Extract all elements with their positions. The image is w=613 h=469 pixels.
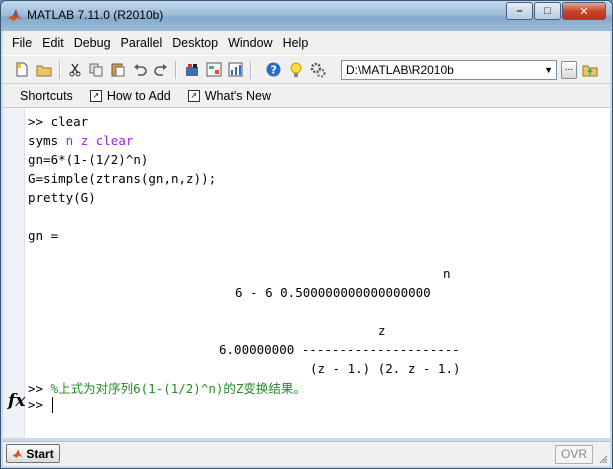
maximize-button[interactable]: □	[534, 2, 561, 20]
menu-parallel[interactable]: Parallel	[121, 36, 163, 50]
resize-grip-icon[interactable]	[598, 454, 608, 464]
guide-icon[interactable]	[205, 61, 222, 78]
menu-desktop[interactable]: Desktop	[172, 36, 218, 50]
start-button-label: Start	[26, 447, 54, 461]
shortcut-whats-new[interactable]: ↗ What's New	[187, 88, 272, 103]
current-folder-field[interactable]: D:\MATLAB\R2010b ▼	[341, 60, 557, 80]
menu-edit[interactable]: Edit	[42, 36, 64, 50]
menu-window[interactable]: Window	[228, 36, 272, 50]
open-folder-icon[interactable]	[35, 61, 52, 78]
output-line: z	[378, 323, 386, 338]
settings-gear-icon[interactable]	[309, 61, 326, 78]
current-folder-value: D:\MATLAB\R2010b	[346, 63, 454, 77]
lightbulb-icon[interactable]	[287, 61, 304, 78]
undo-icon[interactable]	[131, 61, 148, 78]
ovr-indicator: OVR	[555, 445, 593, 464]
code-keyword-text: n z clear	[65, 133, 134, 148]
shortcuts-bar: Shortcuts ↗ How to Add ↗ What's New	[3, 84, 610, 108]
menu-file[interactable]: File	[12, 36, 32, 50]
command-line: >> %上式为对序列6(1-(1/2)^n)的Z变换结果。	[28, 378, 306, 397]
new-file-icon[interactable]	[13, 61, 30, 78]
command-line: gn=6*(1-(1/2)^n)	[28, 152, 149, 167]
command-prompt[interactable]: >>	[28, 397, 51, 412]
paste-icon[interactable]	[109, 61, 126, 78]
shortcuts-label[interactable]: Shortcuts	[20, 89, 73, 103]
output-line: (z - 1.) (2. z - 1.)	[310, 361, 461, 376]
command-line: syms n z clear	[28, 133, 133, 148]
window-title: MATLAB 7.11.0 (R2010b)	[27, 8, 164, 22]
command-line: G=simple(ztrans(gn,n,z));	[28, 171, 217, 186]
function-browser-icon[interactable]: fx	[8, 391, 25, 411]
command-window[interactable]: >> clear syms n z clear gn=6*(1-(1/2)^n)…	[3, 108, 610, 438]
svg-text:?: ?	[271, 64, 277, 77]
menu-bar: File Edit Debug Parallel Desktop Window …	[3, 31, 610, 55]
minimize-button[interactable]: –	[506, 2, 533, 20]
prompt-text: >>	[28, 381, 51, 396]
output-line: gn =	[28, 228, 59, 243]
shortcut-how-to-add[interactable]: ↗ How to Add	[89, 88, 171, 103]
copy-icon[interactable]	[87, 61, 104, 78]
close-button[interactable]: ✕	[562, 2, 606, 20]
dropdown-arrow-icon[interactable]: ▼	[544, 61, 553, 79]
redo-icon[interactable]	[152, 61, 169, 78]
command-line: >> clear	[28, 114, 89, 129]
status-bar: Start OVR	[3, 441, 610, 466]
title-bar[interactable]: MATLAB 7.11.0 (R2010b) – □ ✕	[1, 1, 612, 31]
folder-up-icon[interactable]	[581, 61, 598, 78]
shortcut-whats-new-label: What's New	[204, 88, 272, 103]
code-text: syms	[28, 133, 66, 148]
output-line: 6.00000000 ---------------------	[219, 342, 460, 357]
profiler-icon[interactable]	[227, 61, 244, 78]
matlab-logo-icon	[8, 9, 22, 21]
cut-icon[interactable]	[66, 61, 83, 78]
code-comment-text: %上式为对序列6(1-(1/2)^n)的Z变换结果。	[50, 381, 306, 396]
browse-folder-button[interactable]: ...	[561, 61, 577, 79]
help-icon[interactable]: ?	[265, 61, 282, 78]
menu-debug[interactable]: Debug	[74, 36, 111, 50]
toolbar: ? D:\MATLAB\R2010b ▼ ...	[3, 55, 610, 84]
matlab-window: MATLAB 7.11.0 (R2010b) – □ ✕ File Edit D…	[0, 0, 613, 469]
menu-help[interactable]: Help	[283, 36, 309, 50]
command-line: pretty(G)	[28, 190, 96, 205]
shortcut-link-icon: ↗	[187, 89, 200, 102]
shortcut-link-icon: ↗	[89, 89, 102, 102]
output-line: n	[443, 266, 451, 281]
simulink-icon[interactable]	[183, 61, 200, 78]
matlab-logo-icon	[12, 449, 23, 458]
command-window-gutter	[3, 108, 25, 438]
output-line: 6 - 6 0.500000000000000000	[235, 285, 431, 300]
shortcut-how-to-add-label: How to Add	[106, 88, 171, 103]
start-button[interactable]: Start	[6, 444, 60, 463]
text-cursor	[52, 397, 53, 413]
